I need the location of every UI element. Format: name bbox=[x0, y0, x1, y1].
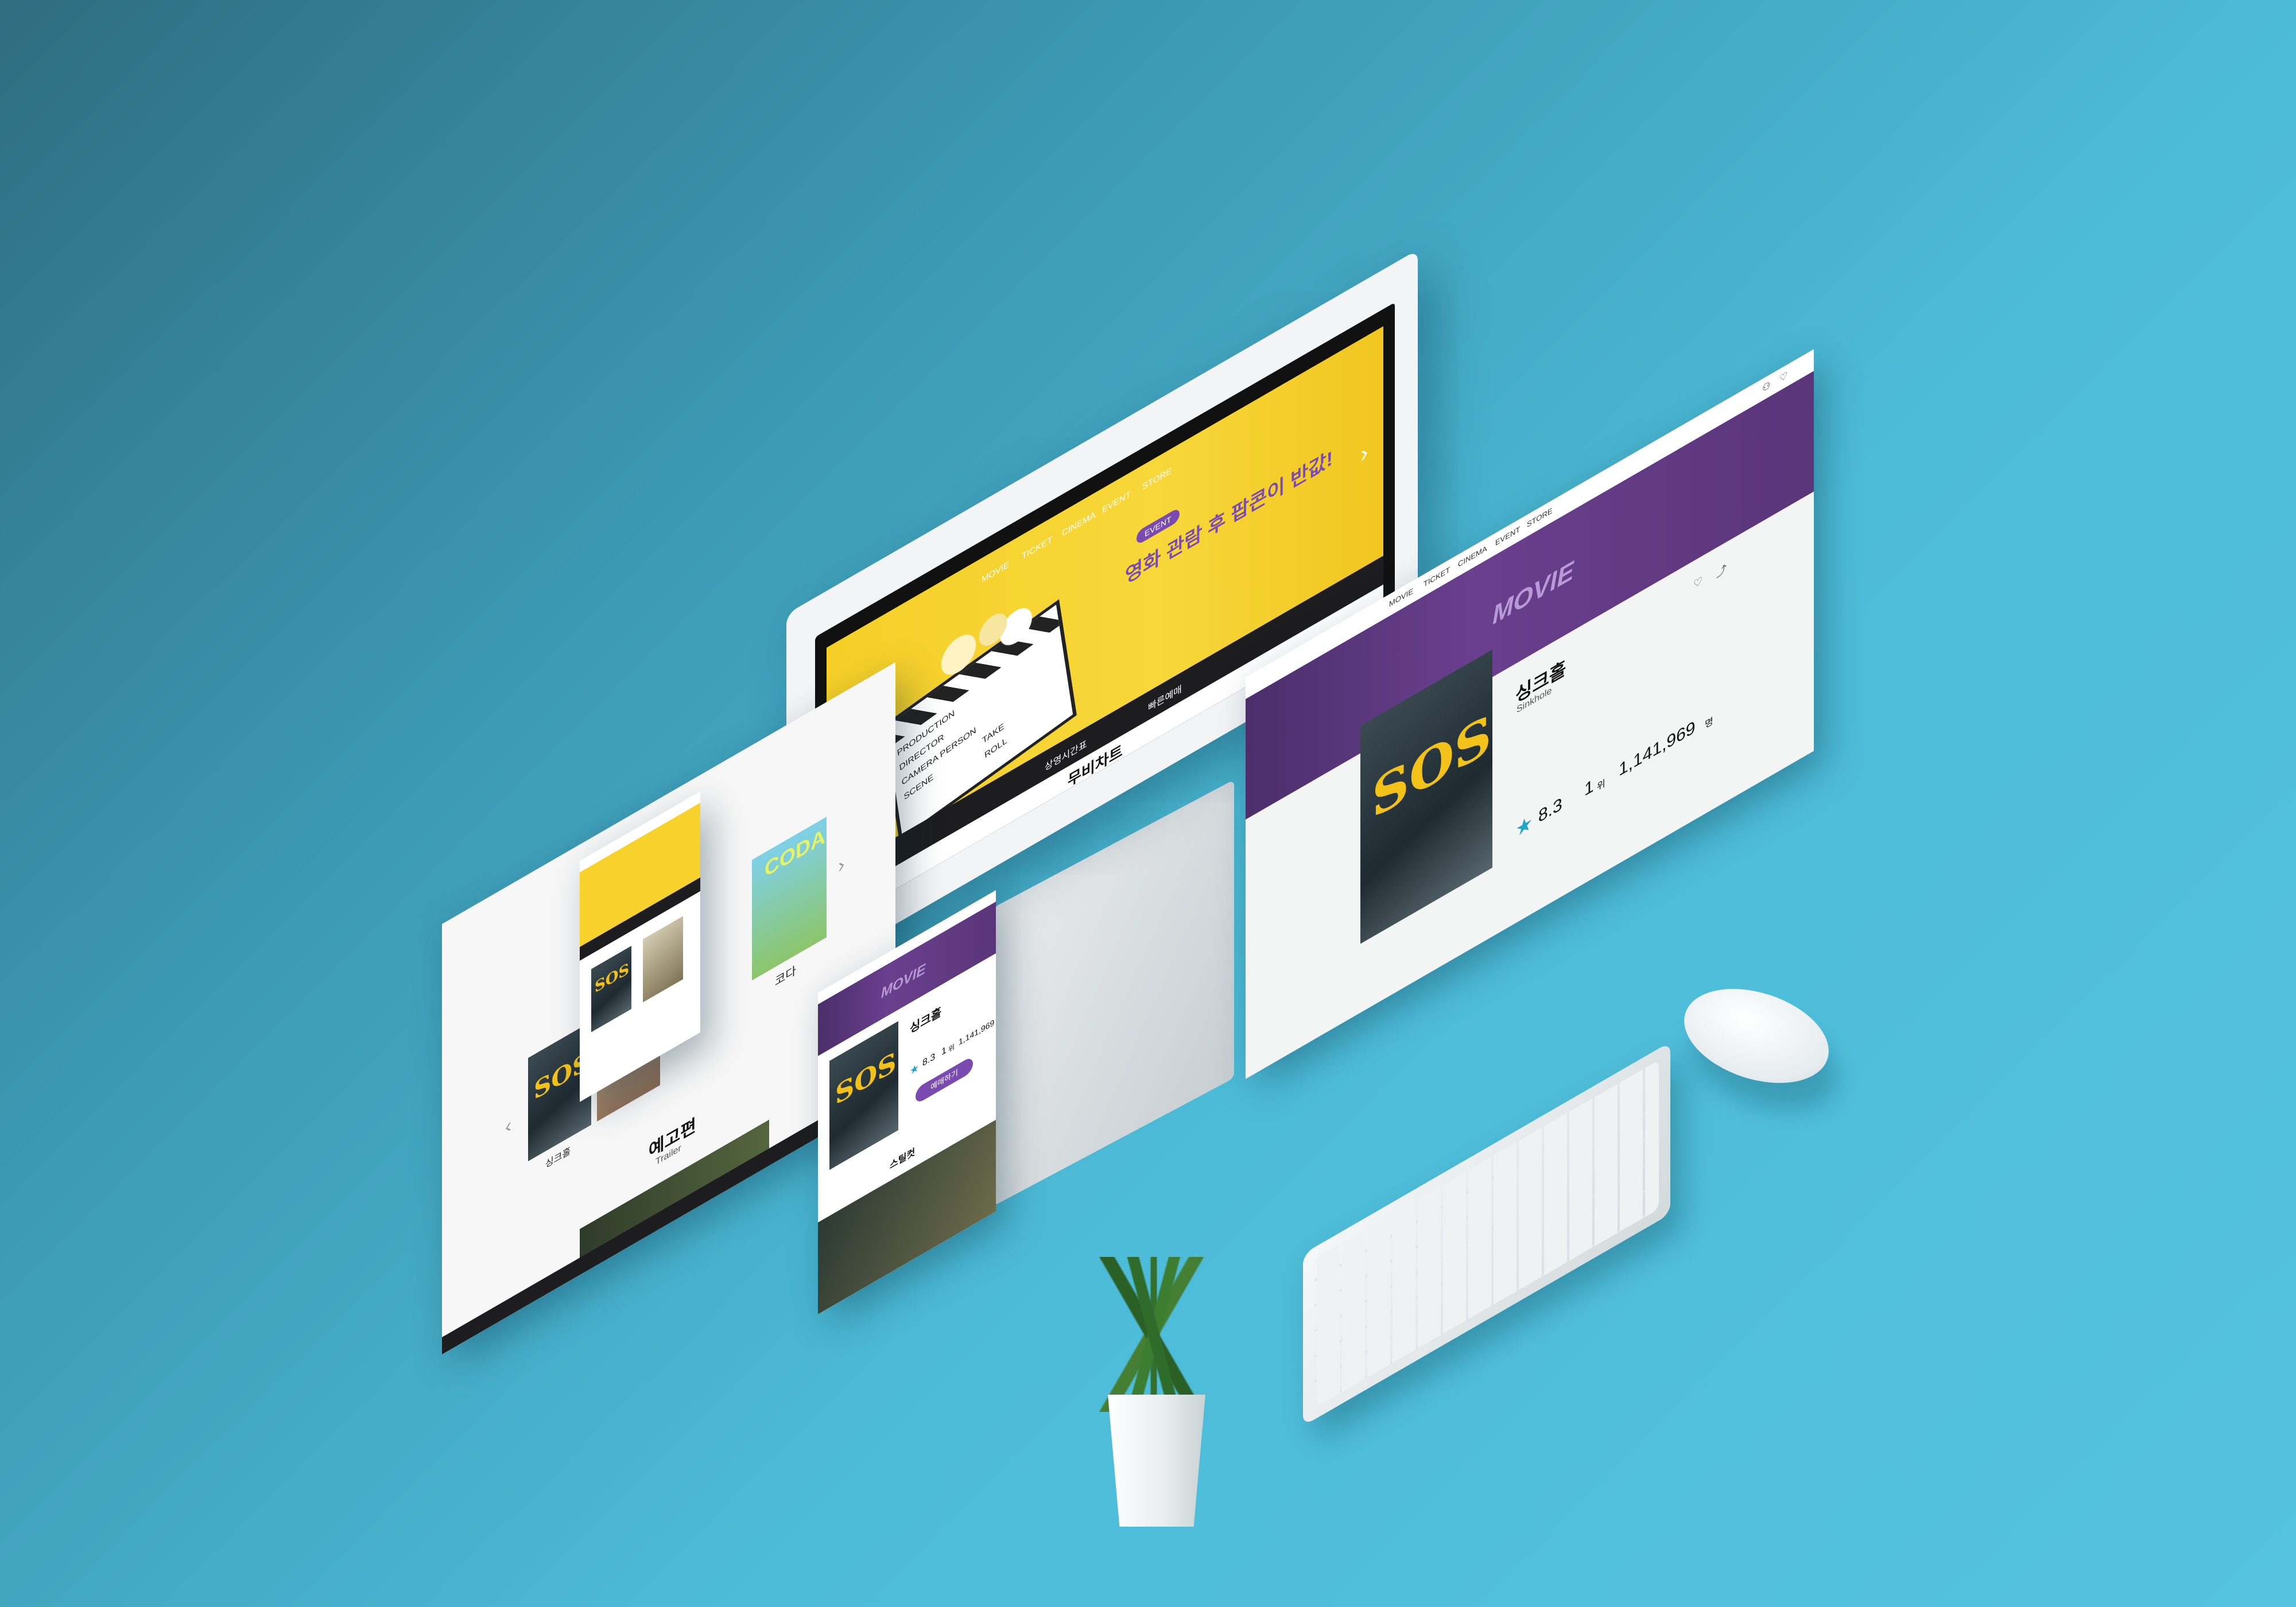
hero-title: 영화 관람 후 팝콘이 반값! bbox=[1125, 447, 1333, 589]
phone-poster: SOS bbox=[829, 1021, 898, 1170]
phone-rank: 1 bbox=[941, 1045, 947, 1058]
keyboard bbox=[1234, 1042, 1705, 1441]
phone-band-title: MOVIE bbox=[881, 960, 926, 1002]
chevron-right-icon[interactable]: › bbox=[838, 852, 844, 879]
detail-rank: 1 bbox=[1584, 775, 1594, 801]
phone-audience: 1,141,969 bbox=[959, 1017, 995, 1047]
detail-band-title: MOVIE bbox=[1492, 555, 1574, 631]
detail-rating: 8.3 bbox=[1538, 794, 1562, 827]
phone-movie-title: 싱크홀 bbox=[910, 1005, 942, 1037]
nav-movie[interactable]: MOVIE bbox=[982, 560, 1009, 585]
poster-title: SOS bbox=[1372, 701, 1492, 832]
heart-icon[interactable]: ♡ bbox=[1693, 574, 1702, 591]
detail-audience: 1,141,969 bbox=[1619, 717, 1696, 781]
keyboard-keys bbox=[1314, 1059, 1659, 1408]
coda-poster: CODA bbox=[752, 817, 827, 981]
heart-icon[interactable]: ♡ bbox=[1779, 369, 1787, 385]
nav-ticket[interactable]: TICKET bbox=[1022, 534, 1052, 562]
detail-rank-unit: 위 bbox=[1597, 778, 1605, 793]
chevron-right-icon[interactable]: › bbox=[1360, 438, 1368, 469]
nav-store[interactable]: STORE bbox=[1142, 465, 1172, 492]
phone-rank-unit: 위 bbox=[948, 1042, 955, 1054]
plant bbox=[1079, 1257, 1228, 1532]
tablet-poster: SOS bbox=[591, 946, 631, 1032]
detail-audience-unit: 명 bbox=[1705, 716, 1713, 731]
nav-event[interactable]: EVENT bbox=[1102, 489, 1131, 515]
stillcut-title: 스틸컷 bbox=[890, 1147, 916, 1171]
poster-title: SOS bbox=[835, 1045, 897, 1112]
coda-poster-text: CODA bbox=[765, 823, 825, 882]
nav-cinema[interactable]: CINEMA bbox=[1062, 510, 1095, 539]
chevron-left-icon[interactable]: ‹ bbox=[505, 1113, 511, 1140]
star-icon: ★ bbox=[1515, 810, 1533, 843]
tablet-poster-2 bbox=[643, 916, 683, 1003]
user-icon[interactable]: ⚇ bbox=[1762, 379, 1770, 395]
phone-rating: 8.3 bbox=[922, 1051, 936, 1069]
poster-title: SOS bbox=[595, 960, 630, 997]
star-icon: ★ bbox=[910, 1061, 920, 1078]
plant-leaves bbox=[1091, 1257, 1217, 1412]
share-icon[interactable]: ⤴ bbox=[1716, 560, 1727, 581]
plant-pot bbox=[1108, 1395, 1205, 1527]
